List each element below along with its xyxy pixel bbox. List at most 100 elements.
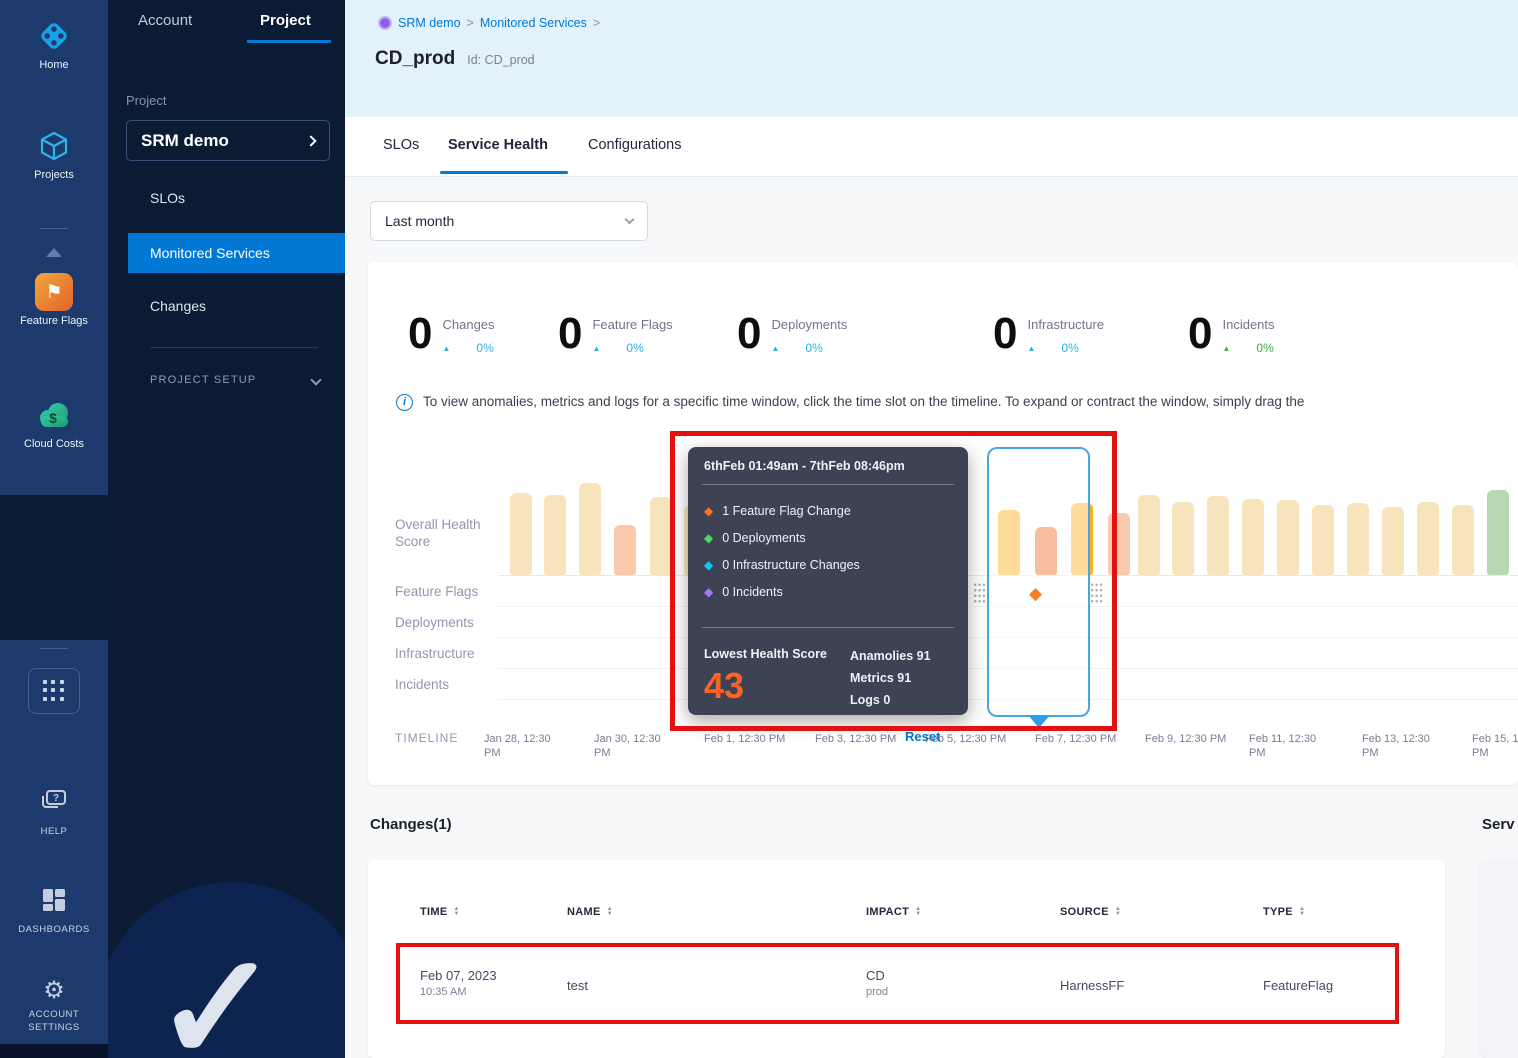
tooltip-stats: Anamolies 91 Metrics 91 Logs 0 [850,645,931,711]
sidebar-item-monitored-services[interactable]: Monitored Services [128,233,345,273]
diamond-icon: ◆ [704,558,713,572]
tooltip-items: ◆1 Feature Flag Change◆0 Deployments◆0 I… [704,497,860,605]
rail-label: ACCOUNT SETTINGS [0,1008,108,1034]
timeline-date: Feb 1, 12:30 PM [704,732,790,746]
timeline-date: Jan 28, 12:30PM [484,732,570,760]
tab-underline [247,40,331,43]
selection-right-grip[interactable] [1090,582,1103,605]
screen: Home Projects ⚑ Feature Flags $ Cloud Co… [0,0,1518,1058]
sidebar-item-slos[interactable]: SLOs [108,178,345,218]
rail-divider [40,648,68,649]
column-header-impact[interactable]: IMPACT▲▼ [866,906,921,918]
health-bar[interactable] [1277,500,1299,575]
column-header-source[interactable]: SOURCE▲▼ [1060,906,1121,918]
monitored-service-icon [378,16,392,30]
row-label-feature-flags: Feature Flags [395,583,507,600]
selection-left-grip[interactable] [973,582,986,605]
changes-section-title: Changes(1) [370,816,452,833]
rail-label: Cloud Costs [0,438,108,451]
rail-item-home[interactable]: Home [0,16,108,72]
row-label-deployments: Deployments [395,614,507,631]
active-tab-underline [440,171,568,174]
gear-icon: ⚙ [0,975,108,1005]
project-selector[interactable]: SRM demo [126,120,330,161]
watermark-circle: ✓ [108,882,345,1058]
chevron-down-icon [310,374,321,385]
rail-item-account-settings[interactable]: ⚙ ACCOUNT SETTINGS [0,975,108,1034]
health-bar[interactable] [650,497,672,575]
timeline-date: Feb 11, 12:30PM [1249,732,1335,760]
rail-item-dashboards[interactable]: DASHBOARDS [0,880,108,936]
health-bar[interactable] [1242,499,1264,575]
column-header-type[interactable]: TYPE▲▼ [1263,906,1305,918]
chevron-down-icon [625,214,635,224]
apps-grid-button[interactable] [28,668,80,714]
tooltip-divider [702,484,954,485]
row-label-incidents: Incidents [395,676,507,693]
lowest-health-score-value: 43 [704,665,744,707]
scroll-up-icon[interactable] [46,248,62,257]
tab-slos[interactable]: SLOs [383,137,419,153]
rail-item-cloud-costs[interactable]: $ Cloud Costs [0,395,108,451]
tab-project[interactable]: Project [260,12,311,29]
reset-link[interactable]: Reset [905,729,940,744]
health-bar[interactable] [1417,502,1439,575]
rail-item-help[interactable]: ? HELP [0,782,108,838]
breadcrumb: SRM demo > Monitored Services > [378,16,600,30]
project-section-label: Project [126,93,166,108]
column-header-time[interactable]: TIME▲▼ [420,906,460,918]
page-header: SRM demo > Monitored Services > CD_prod … [345,0,1518,117]
health-bar[interactable] [1312,505,1334,575]
health-bar[interactable] [1382,507,1404,575]
health-bar[interactable] [1207,496,1229,575]
health-bar[interactable] [1487,490,1509,575]
health-bar[interactable] [1108,513,1130,575]
sidebar-item-changes[interactable]: Changes [108,286,345,326]
page-id: Id: CD_prod [467,53,534,67]
tooltip-time-range: 6thFeb 01:49am - 7thFeb 08:46pm [704,459,905,473]
diamond-icon: ◆ [704,585,713,599]
tab-account[interactable]: Account [138,12,192,29]
time-range-select[interactable]: Last month [370,201,648,241]
health-bar[interactable] [1172,502,1194,575]
timeline-selection-window[interactable] [987,447,1090,717]
health-bar[interactable] [614,525,636,575]
cell-type: FeatureFlag [1263,978,1333,993]
rail-label: Projects [0,169,108,182]
health-bar[interactable] [510,493,532,575]
sort-icon: ▲▼ [1299,907,1305,917]
health-bar[interactable] [1138,495,1160,575]
lowest-health-score-label: Lowest Health Score [704,647,827,661]
project-name: SRM demo [141,131,229,151]
health-bar[interactable] [544,495,566,575]
health-bar[interactable] [579,483,601,575]
tab-bar: SLOs Service Health Configurations [345,117,1518,177]
module-rail: Home Projects ⚑ Feature Flags $ Cloud Co… [0,0,108,1058]
page-title: CD_prod [375,48,455,70]
breadcrumb-section[interactable]: Monitored Services [480,16,587,30]
column-header-name[interactable]: NAME▲▼ [567,906,613,918]
rail-label: HELP [0,825,108,838]
breadcrumb-project[interactable]: SRM demo [398,16,461,30]
rail-item-feature-flags[interactable]: ⚑ Feature Flags [0,272,108,328]
tab-service-health[interactable]: Service Health [448,137,548,153]
projects-icon [0,126,108,166]
time-range-value: Last month [385,213,454,229]
health-bar[interactable] [1347,503,1369,575]
tab-configurations[interactable]: Configurations [588,137,682,153]
rail-item-projects[interactable]: Projects [0,126,108,182]
timeline-date: Feb 7, 12:30 PM [1035,732,1121,746]
timeline-date: Feb 15, 12:30PM [1472,732,1518,760]
feature-flag-change-marker[interactable]: ◆ [1029,584,1042,604]
svg-text:$: $ [49,410,57,426]
side-card [1480,860,1518,1058]
project-setup-toggle[interactable]: PROJECT SETUP [150,374,320,386]
sort-icon: ▲▼ [607,907,613,917]
nav-divider [150,347,318,348]
health-bar[interactable] [1452,505,1474,575]
rail-label: Feature Flags [0,315,108,328]
changes-table-card: TIME▲▼ NAME▲▼ IMPACT▲▼ SOURCE▲▼ TYPE▲▼ F… [368,860,1445,1058]
cell-time: Feb 07, 2023 10:35 AM [420,968,497,998]
check-icon: ✓ [154,922,280,1058]
tooltip-item: ◆0 Incidents [704,578,860,605]
